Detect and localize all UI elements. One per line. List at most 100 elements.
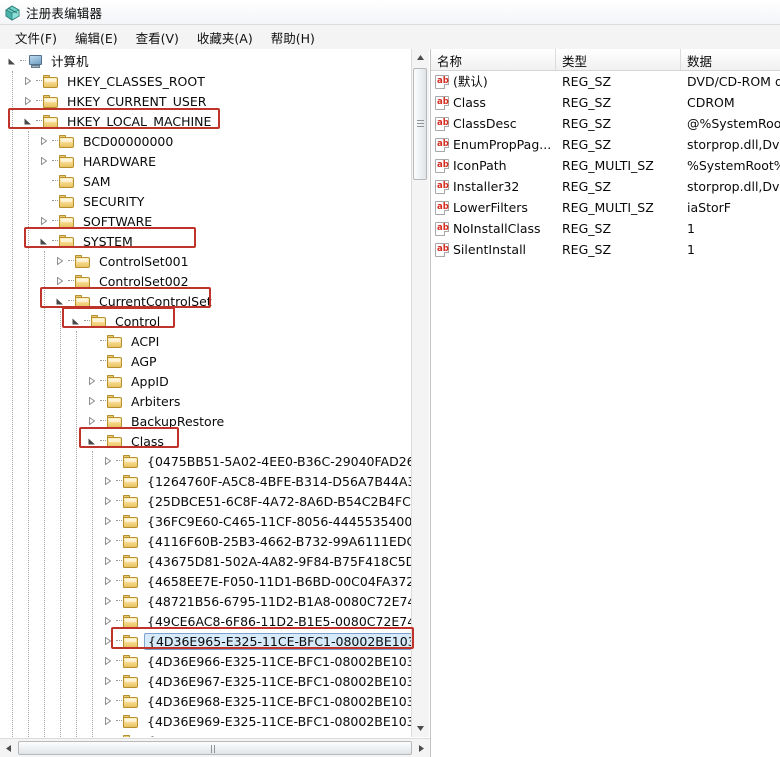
- tree-node[interactable]: ControlSet001: [0, 251, 412, 271]
- tree-node[interactable]: SAM: [0, 171, 412, 191]
- collapse-arrow-icon[interactable]: [52, 291, 68, 311]
- column-header-type[interactable]: 类型: [556, 49, 681, 70]
- tree-node[interactable]: CurrentControlSet: [0, 291, 412, 311]
- expand-arrow-icon[interactable]: [100, 691, 116, 711]
- tree-node[interactable]: ControlSet002: [0, 271, 412, 291]
- tree-node[interactable]: {4D36E966-E325-11CE-BFC1-08002BE10318}: [0, 651, 412, 671]
- tree-node[interactable]: BCD00000000: [0, 131, 412, 151]
- expand-arrow-icon[interactable]: [100, 451, 116, 471]
- expand-arrow-icon[interactable]: [20, 91, 36, 111]
- expand-arrow-icon[interactable]: [100, 731, 116, 737]
- expand-arrow-icon[interactable]: [100, 511, 116, 531]
- value-row[interactable]: ab(默认)REG_SZDVD/CD-ROM dr: [431, 71, 780, 92]
- tree-node[interactable]: {43675D81-502A-4A82-9F84-B75F418C5DEA}: [0, 551, 412, 571]
- tree-node[interactable]: Control: [0, 311, 412, 331]
- tree-connector-line: [52, 231, 59, 251]
- expand-arrow-icon[interactable]: [36, 151, 52, 171]
- tree-node[interactable]: {4D36E967-E325-11CE-BFC1-08002BE10318}: [0, 671, 412, 691]
- tree-node[interactable]: {4116F60B-25B3-4662-B732-99A6111EDC0B}: [0, 531, 412, 551]
- collapse-arrow-icon[interactable]: [68, 311, 84, 331]
- tree-node[interactable]: SOFTWARE: [0, 211, 412, 231]
- expand-arrow-icon[interactable]: [20, 71, 36, 91]
- values-list[interactable]: ab(默认)REG_SZDVD/CD-ROM drabClassREG_SZCD…: [431, 71, 780, 260]
- column-header-data[interactable]: 数据: [681, 49, 780, 70]
- expand-arrow-icon[interactable]: [100, 631, 116, 651]
- expand-arrow-icon[interactable]: [84, 371, 100, 391]
- tree-node[interactable]: HKEY_CLASSES_ROOT: [0, 71, 412, 91]
- tree-scrollbar-thumb[interactable]: [413, 68, 427, 180]
- tree-node[interactable]: HARDWARE: [0, 151, 412, 171]
- tree-node[interactable]: {4D36E968-E325-11CE-BFC1-08002BE10318}: [0, 691, 412, 711]
- expand-arrow-icon[interactable]: [52, 251, 68, 271]
- expand-arrow-icon[interactable]: [36, 211, 52, 231]
- tree-node[interactable]: AGP: [0, 351, 412, 371]
- value-row[interactable]: abClassREG_SZCDROM: [431, 92, 780, 113]
- expand-arrow-icon[interactable]: [100, 611, 116, 631]
- collapse-arrow-icon[interactable]: [36, 231, 52, 251]
- tree-node[interactable]: 计算机: [0, 51, 412, 71]
- menu-favorites[interactable]: 收藏夹(A): [188, 26, 262, 49]
- value-row[interactable]: abEnumPropPag...REG_SZstorprop.dll,DvdP: [431, 134, 780, 155]
- expand-arrow-icon[interactable]: [84, 411, 100, 431]
- collapse-arrow-icon[interactable]: [20, 111, 36, 131]
- tree-node[interactable]: BackupRestore: [0, 411, 412, 431]
- tree-hscrollbar-thumb[interactable]: [18, 741, 412, 755]
- expand-arrow-icon[interactable]: [36, 131, 52, 151]
- expand-arrow-icon[interactable]: [100, 571, 116, 591]
- tree-node[interactable]: {4658EE7E-F050-11D1-B6BD-00C04FA372A7}: [0, 571, 412, 591]
- tree-node[interactable]: {1264760F-A5C8-4BFE-B314-D56A7B44A362}: [0, 471, 412, 491]
- tree-node[interactable]: Class: [0, 431, 412, 451]
- column-header-name[interactable]: 名称: [431, 49, 556, 70]
- menu-edit[interactable]: 编辑(E): [66, 26, 127, 49]
- tree-node[interactable]: SYSTEM: [0, 231, 412, 251]
- expand-arrow-icon[interactable]: [100, 591, 116, 611]
- tree-node-label: {4116F60B-25B3-4662-B732-99A6111EDC0B}: [145, 534, 412, 549]
- tree-node[interactable]: HKEY_LOCAL_MACHINE: [0, 111, 412, 131]
- expand-arrow-icon[interactable]: [100, 651, 116, 671]
- tree-node[interactable]: AppID: [0, 371, 412, 391]
- value-row[interactable]: abClassDescREG_SZ@%SystemRoot%: [431, 113, 780, 134]
- collapse-arrow-icon[interactable]: [4, 51, 20, 71]
- expand-arrow-icon[interactable]: [100, 711, 116, 731]
- collapse-arrow-icon[interactable]: [84, 431, 100, 451]
- tree-node[interactable]: {36FC9E60-C465-11CF-8056-444553540000}: [0, 511, 412, 531]
- expand-arrow-icon[interactable]: [100, 471, 116, 491]
- scroll-up-arrow-icon[interactable]: [412, 49, 429, 66]
- expand-arrow-icon[interactable]: [84, 391, 100, 411]
- scroll-left-arrow-icon[interactable]: [0, 740, 17, 757]
- folder-icon: [123, 574, 140, 589]
- registry-key-tree[interactable]: 计算机HKEY_CLASSES_ROOTHKEY_CURRENT_USERHKE…: [0, 49, 412, 737]
- expand-arrow-icon[interactable]: [100, 491, 116, 511]
- value-row[interactable]: abLowerFiltersREG_MULTI_SZiaStorF: [431, 197, 780, 218]
- tree-node[interactable]: SECURITY: [0, 191, 412, 211]
- expand-arrow-icon[interactable]: [100, 671, 116, 691]
- tree-vertical-scrollbar[interactable]: [411, 49, 429, 737]
- tree-node[interactable]: Arbiters: [0, 391, 412, 411]
- scroll-down-arrow-icon[interactable]: [412, 720, 429, 737]
- tree-horizontal-scrollbar[interactable]: [0, 738, 430, 757]
- tree-node[interactable]: {0475BB51-5A02-4EE0-B36C-29040FAD2650}: [0, 451, 412, 471]
- tree-node-label: ControlSet001: [97, 254, 191, 269]
- expand-arrow-icon[interactable]: [100, 551, 116, 571]
- tree-node[interactable]: {48721B56-6795-11D2-B1A8-0080C72E74A2}: [0, 591, 412, 611]
- scroll-right-arrow-icon[interactable]: [413, 740, 430, 757]
- expand-arrow-icon[interactable]: [100, 531, 116, 551]
- tree-node[interactable]: {25DBCE51-6C8F-4A72-8A6D-B54C2B4FC835}: [0, 491, 412, 511]
- tree-node[interactable]: {4D36E965-E325-11CE-BFC1-08002BE10318}: [0, 631, 412, 651]
- tree-node[interactable]: {4D36E96A-E325-11CE-BFC1-08002BE10318}: [0, 731, 412, 737]
- menu-file[interactable]: 文件(F): [6, 26, 66, 49]
- menu-help[interactable]: 帮助(H): [262, 26, 324, 49]
- tree-node[interactable]: {49CE6AC8-6F86-11D2-B1E5-0080C72E74A2}: [0, 611, 412, 631]
- tree-node[interactable]: HKEY_CURRENT_USER: [0, 91, 412, 111]
- value-row[interactable]: abSilentInstallREG_SZ1: [431, 239, 780, 260]
- menu-view[interactable]: 查看(V): [127, 26, 188, 49]
- value-row[interactable]: abIconPathREG_MULTI_SZ%SystemRoot%\S: [431, 155, 780, 176]
- tree-connector-line: [68, 291, 75, 311]
- value-name-cell: abClass: [431, 92, 556, 113]
- tree-node[interactable]: ACPI: [0, 331, 412, 351]
- value-row[interactable]: abInstaller32REG_SZstorprop.dll,DvdC: [431, 176, 780, 197]
- expand-arrow-icon[interactable]: [52, 271, 68, 291]
- tree-node[interactable]: {4D36E969-E325-11CE-BFC1-08002BE10318}: [0, 711, 412, 731]
- tree-connector-line: [100, 431, 107, 451]
- value-row[interactable]: abNoInstallClassREG_SZ1: [431, 218, 780, 239]
